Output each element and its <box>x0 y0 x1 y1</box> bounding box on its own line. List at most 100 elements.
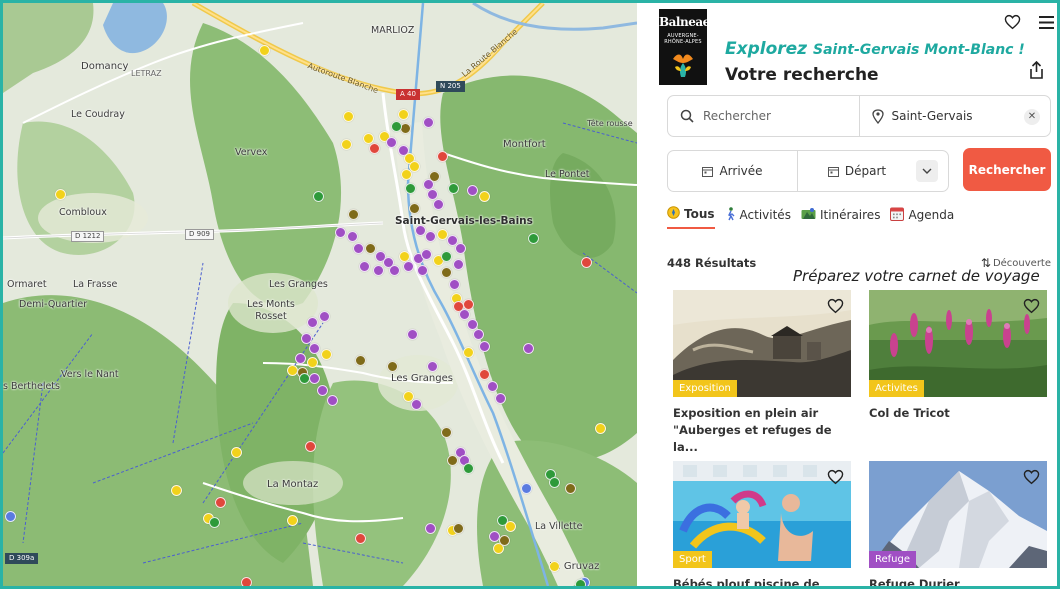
share-icon[interactable] <box>1025 59 1047 81</box>
map-marker[interactable] <box>373 265 384 276</box>
map-marker[interactable] <box>487 381 498 392</box>
map-marker[interactable] <box>355 355 366 366</box>
map-marker[interactable] <box>455 243 466 254</box>
map-marker[interactable] <box>309 373 320 384</box>
search-input[interactable]: Rechercher <box>668 96 859 136</box>
map-marker[interactable] <box>343 111 354 122</box>
map-marker[interactable] <box>433 199 444 210</box>
tab-tous[interactable]: Tous <box>667 205 715 229</box>
map-marker[interactable] <box>307 317 318 328</box>
map-marker[interactable] <box>359 261 370 272</box>
favorite-heart-icon[interactable] <box>1020 466 1042 488</box>
map-marker[interactable] <box>437 151 448 162</box>
map-marker[interactable] <box>521 483 532 494</box>
map-marker[interactable] <box>473 329 484 340</box>
map-marker[interactable] <box>313 191 324 202</box>
favorite-heart-icon[interactable] <box>1020 295 1042 317</box>
date-dropdown-chevron-icon[interactable] <box>916 160 938 182</box>
map-marker[interactable] <box>231 447 242 458</box>
favorites-heart-icon[interactable] <box>1001 11 1023 33</box>
brand-logo[interactable]: Balneae AUVERGNE-RHÔNE-ALPES <box>659 9 710 85</box>
map-marker[interactable] <box>453 523 464 534</box>
map-marker[interactable] <box>259 45 270 56</box>
map-marker[interactable] <box>327 395 338 406</box>
map-marker[interactable] <box>407 329 418 340</box>
map-marker[interactable] <box>581 257 592 268</box>
map-marker[interactable] <box>215 497 226 508</box>
tab-itineraires[interactable]: Itinéraires <box>801 205 880 229</box>
map-marker[interactable] <box>171 485 182 496</box>
location-input[interactable]: Saint-Gervais ✕ <box>858 96 1051 136</box>
map-marker[interactable] <box>463 299 474 310</box>
map-marker[interactable] <box>453 259 464 270</box>
map-marker[interactable] <box>319 311 330 322</box>
result-card[interactable]: Exposition Exposition en plein air "Aube… <box>673 290 851 456</box>
clear-location-icon[interactable]: ✕ <box>1024 109 1040 125</box>
map-marker[interactable] <box>448 183 459 194</box>
map[interactable]: MARLIOZ Domancy LETRAZ Le Coudray Vervex… <box>3 3 637 586</box>
result-card[interactable]: Refuge Refuge Durier <box>869 461 1047 586</box>
tab-activites[interactable]: Activités <box>725 205 791 229</box>
map-marker[interactable] <box>417 265 428 276</box>
map-marker[interactable] <box>479 369 490 380</box>
arrival-date-field[interactable]: Arrivée <box>668 151 798 191</box>
map-marker[interactable] <box>241 577 252 586</box>
map-marker[interactable] <box>459 309 470 320</box>
map-marker[interactable] <box>353 243 364 254</box>
map-marker[interactable] <box>309 343 320 354</box>
map-marker[interactable] <box>523 343 534 354</box>
map-marker[interactable] <box>425 523 436 534</box>
map-marker[interactable] <box>387 361 398 372</box>
map-marker[interactable] <box>549 477 560 488</box>
map-marker[interactable] <box>386 137 397 148</box>
map-marker[interactable] <box>317 385 328 396</box>
map-marker[interactable] <box>479 341 490 352</box>
map-marker[interactable] <box>479 191 490 202</box>
map-marker[interactable] <box>411 399 422 410</box>
map-marker[interactable] <box>421 249 432 260</box>
tab-agenda[interactable]: Agenda <box>890 205 954 229</box>
map-marker[interactable] <box>301 333 312 344</box>
map-marker[interactable] <box>499 535 510 546</box>
map-marker[interactable] <box>495 393 506 404</box>
map-marker[interactable] <box>209 517 220 528</box>
map-marker[interactable] <box>549 561 560 572</box>
map-marker[interactable] <box>305 441 316 452</box>
map-marker[interactable] <box>5 511 16 522</box>
map-marker[interactable] <box>595 423 606 434</box>
map-marker[interactable] <box>467 185 478 196</box>
map-marker[interactable] <box>409 203 420 214</box>
map-marker[interactable] <box>365 243 376 254</box>
map-marker[interactable] <box>441 251 452 262</box>
map-marker[interactable] <box>295 353 306 364</box>
map-marker[interactable] <box>347 231 358 242</box>
map-marker[interactable] <box>389 265 400 276</box>
map-marker[interactable] <box>423 117 434 128</box>
map-marker[interactable] <box>505 521 516 532</box>
map-marker[interactable] <box>425 231 436 242</box>
map-marker[interactable] <box>335 227 346 238</box>
map-marker[interactable] <box>355 533 366 544</box>
map-marker[interactable] <box>565 483 576 494</box>
search-button[interactable]: Rechercher <box>963 148 1051 191</box>
map-marker[interactable] <box>405 183 416 194</box>
map-marker[interactable] <box>441 427 452 438</box>
map-marker[interactable] <box>398 109 409 120</box>
departure-date-field[interactable]: Départ <box>798 151 916 191</box>
map-marker[interactable] <box>369 143 380 154</box>
menu-hamburger-icon[interactable] <box>1035 11 1057 33</box>
favorite-heart-icon[interactable] <box>824 295 846 317</box>
map-marker[interactable] <box>463 463 474 474</box>
map-marker[interactable] <box>55 189 66 200</box>
result-card[interactable]: Sport Bébés plouf piscine de Saint- <box>673 461 851 586</box>
map-marker[interactable] <box>348 209 359 220</box>
map-marker[interactable] <box>528 233 539 244</box>
map-marker[interactable] <box>321 349 332 360</box>
map-marker[interactable] <box>341 139 352 150</box>
map-marker[interactable] <box>403 261 414 272</box>
map-marker[interactable] <box>449 279 460 290</box>
map-marker[interactable] <box>441 267 452 278</box>
map-marker[interactable] <box>287 515 298 526</box>
map-marker[interactable] <box>447 455 458 466</box>
map-marker[interactable] <box>401 169 412 180</box>
